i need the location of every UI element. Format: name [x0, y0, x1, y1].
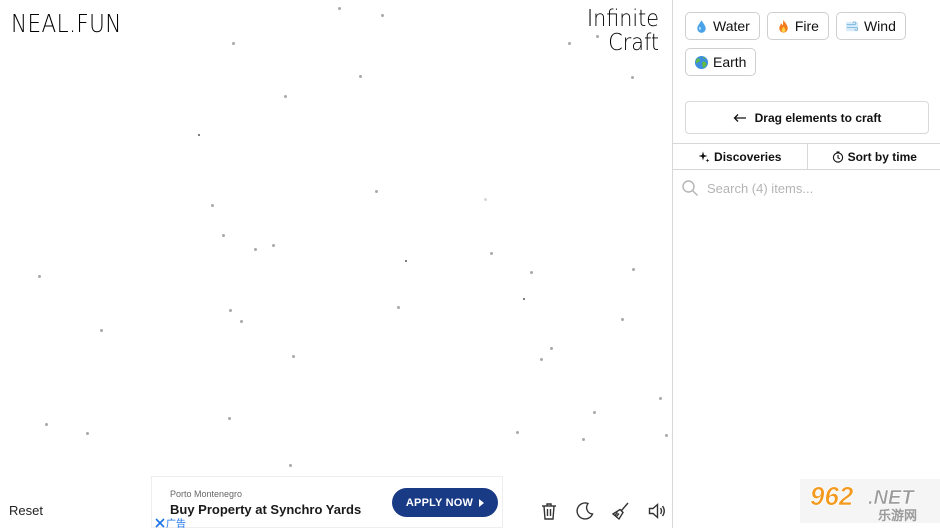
site-watermark: 962 .NET 乐游网 [800, 478, 940, 524]
globe-icon [694, 55, 709, 69]
clock-icon [832, 150, 843, 163]
particle-dot [222, 234, 225, 237]
drag-hint: Drag elements to craft [685, 101, 929, 134]
tab-sort-by-time[interactable]: Sort by time [806, 144, 940, 169]
particle-dot [381, 14, 384, 17]
particle-dot [359, 75, 362, 78]
particle-dot [484, 198, 487, 201]
particle-dot [211, 204, 214, 207]
particle-dot [568, 42, 571, 45]
particle-dot [665, 434, 668, 437]
clear-canvas-button[interactable] [538, 500, 560, 522]
particle-dot [254, 248, 257, 251]
ad-label: 广告 [166, 519, 186, 528]
particle-dot [621, 318, 624, 321]
particle-dot [582, 438, 585, 441]
element-label: Earth [713, 54, 747, 70]
watermark-text-1: 962 [810, 481, 854, 511]
particle-dot [198, 134, 200, 136]
drag-hint-text: Drag elements to craft [754, 110, 882, 125]
particle-dot [550, 347, 553, 350]
tab-label: Discoveries [714, 149, 782, 164]
particle-dot [659, 397, 662, 400]
broom-icon [611, 502, 629, 521]
particle-dot [45, 423, 48, 426]
particle-dot [632, 268, 635, 271]
particle-dot [596, 35, 599, 38]
particle-dot [631, 76, 634, 79]
watermark-sub: 乐游网 [878, 508, 917, 524]
close-icon [155, 517, 165, 528]
ad-apply-label: APPLY NOW [405, 496, 474, 509]
element-label: Wind [863, 18, 896, 34]
element-wind[interactable]: Wind [835, 12, 906, 40]
sound-toggle-button[interactable] [646, 500, 668, 522]
logo-line-1: Infinite [587, 6, 659, 32]
particle-dot [405, 260, 407, 262]
element-list: Water Fire Wind Earth [685, 12, 935, 76]
particle-dot [86, 432, 89, 435]
particle-dot [232, 42, 235, 45]
ad-apply-button[interactable]: APPLY NOW [392, 488, 498, 517]
watermark-logo: 962 .NET 乐游网 [800, 479, 940, 524]
craft-canvas[interactable]: NEAL.FUN Infinite Craft Reset Porto Mont… [0, 0, 672, 528]
ad-source: Porto Montenegro [170, 489, 243, 499]
sidebar: Water Fire Wind Earth Drag elements to c… [672, 0, 940, 528]
particle-dot [530, 271, 533, 274]
dark-mode-button[interactable] [574, 500, 596, 522]
wind-icon [845, 20, 859, 31]
cleanup-button[interactable] [610, 500, 632, 522]
moon-icon [576, 502, 594, 520]
watermark-text-2: .NET [868, 487, 915, 509]
search-bar [681, 176, 935, 200]
trash-icon [542, 503, 556, 520]
tab-label: Sort by time [847, 149, 917, 164]
particle-dot [338, 7, 341, 10]
element-label: Water [713, 18, 750, 34]
sound-icon [648, 502, 665, 520]
particle-dot [375, 190, 378, 193]
sparkle-icon [698, 151, 710, 162]
particle-dot [292, 355, 295, 358]
fire-icon [779, 19, 788, 33]
particle-dot [284, 95, 287, 98]
element-water[interactable]: Water [685, 12, 760, 40]
element-fire[interactable]: Fire [766, 12, 829, 40]
sidebar-tabs: Discoveries Sort by time [673, 143, 940, 170]
particle-dot [38, 275, 41, 278]
particle-dot [490, 252, 493, 255]
app-root: NEAL.FUN Infinite Craft Reset Porto Mont… [0, 0, 940, 528]
tab-discoveries[interactable]: Discoveries [673, 144, 807, 169]
arrow-left-icon [733, 113, 746, 122]
canvas-toolbar [538, 500, 668, 522]
element-earth[interactable]: Earth [685, 48, 757, 76]
particle-dot [100, 329, 103, 332]
search-input[interactable] [707, 180, 927, 196]
ad-headline[interactable]: Buy Property at Synchro Yards [170, 502, 361, 517]
particle-dot [397, 306, 400, 309]
reset-button[interactable]: Reset [9, 503, 43, 518]
particle-dot [593, 411, 596, 414]
element-label: Fire [794, 18, 819, 34]
ad-close-button[interactable]: 广告 [155, 515, 186, 528]
search-icon [682, 180, 698, 196]
particle-dot [229, 309, 232, 312]
ad-banner[interactable]: Porto Montenegro Buy Property at Synchro… [151, 476, 503, 528]
play-arrow-icon [479, 498, 485, 507]
neal-fun-logo[interactable]: NEAL.FUN [11, 9, 122, 38]
particle-dot [228, 417, 231, 420]
particle-dot [289, 464, 292, 467]
droplet-icon [697, 19, 706, 33]
particle-dot [523, 298, 525, 300]
particle-dot [272, 244, 275, 247]
particle-dot [516, 431, 519, 434]
particle-dot [540, 358, 543, 361]
particle-dot [240, 320, 243, 323]
infinite-craft-logo: Infinite Craft [579, 7, 659, 55]
